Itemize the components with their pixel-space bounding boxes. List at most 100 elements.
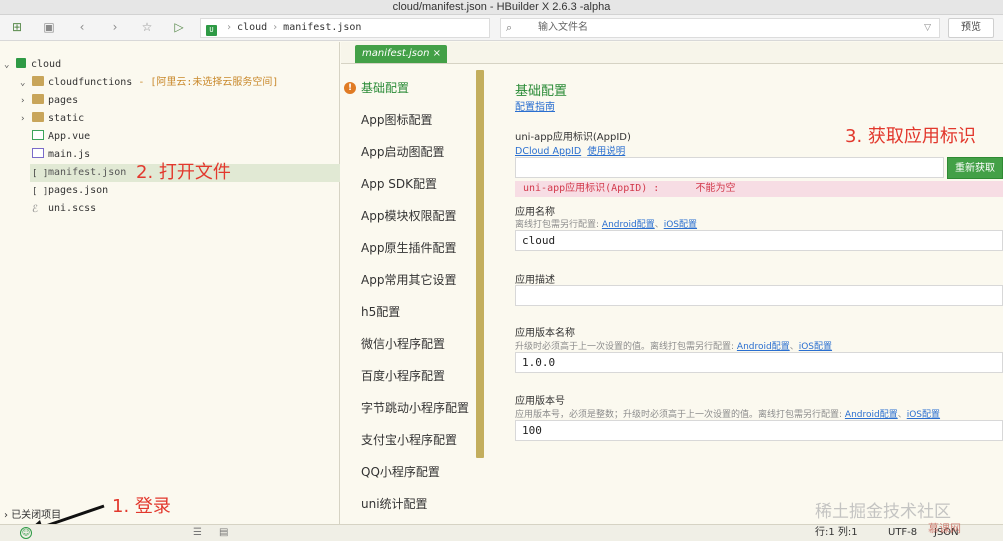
- tree-item-cloudfunctions[interactable]: ⌄ cloudfunctions - [阿里云:未选择云服务空间]: [20, 74, 278, 92]
- breadcrumb: U › cloud › manifest.json: [200, 18, 490, 38]
- annotation-open-file: 2. 打开文件: [136, 162, 231, 183]
- tree-item-label: static: [48, 113, 85, 124]
- nav-item-app-splash[interactable]: App启动图配置: [341, 136, 476, 168]
- nav-scrollbar[interactable]: [476, 70, 484, 458]
- ios-config-link[interactable]: iOS配置: [664, 220, 697, 230]
- tree-item-pages-json[interactable]: [ ]pages.json: [32, 182, 108, 200]
- tree-item-app-vue[interactable]: App.vue: [32, 128, 90, 146]
- config-guide-link-text[interactable]: 配置指南: [515, 102, 555, 113]
- form-title: 基础配置: [515, 84, 568, 99]
- tree-item-label: manifest.json: [48, 167, 127, 178]
- tab-manifest-json[interactable]: manifest.json ×: [355, 45, 447, 63]
- app-desc-label: 应用描述: [515, 275, 555, 286]
- close-icon[interactable]: ×: [433, 45, 441, 63]
- tree-project-root[interactable]: ⌄ cloud: [4, 56, 61, 74]
- save-icon[interactable]: ▣: [42, 20, 56, 34]
- watermark: 稀土掘金技术社区: [815, 502, 951, 522]
- tree-item-label: main.js: [48, 149, 91, 160]
- dcloud-appid-link[interactable]: DCloud AppID: [515, 146, 581, 157]
- encoding-indicator[interactable]: UTF-8: [888, 525, 917, 541]
- nav-item-toutiao[interactable]: 字节跳动小程序配置: [341, 392, 476, 424]
- nav-item-qq[interactable]: QQ小程序配置: [341, 456, 476, 488]
- tree-item-uni-scss[interactable]: ℰuni.scss: [32, 200, 96, 218]
- appid-input[interactable]: [515, 157, 944, 178]
- chevron-down-icon[interactable]: ⌄: [4, 56, 16, 74]
- appid-error-label: uni-app应用标识(AppID) :: [523, 183, 660, 194]
- tree-item-label: App.vue: [48, 131, 91, 142]
- manifest-nav: ! 基础配置 App图标配置 App启动图配置 App SDK配置 App模块权限…: [341, 64, 476, 524]
- tree-item-label: uni.scss: [48, 203, 97, 214]
- scss-file-icon: ℰ: [32, 204, 39, 215]
- version-name-input[interactable]: 1.0.0: [515, 352, 1003, 373]
- android-config-link[interactable]: Android配置: [845, 410, 898, 420]
- new-file-icon[interactable]: ⊞: [10, 20, 24, 34]
- nav-item-alipay[interactable]: 支付宝小程序配置: [341, 424, 476, 456]
- appid-error-message: 不能为空: [695, 183, 736, 194]
- run-icon[interactable]: ▷: [172, 20, 186, 34]
- star-icon[interactable]: ☆: [140, 20, 154, 34]
- nav-item-h5[interactable]: h5配置: [341, 296, 476, 328]
- breadcrumb-project[interactable]: cloud: [237, 22, 267, 33]
- nav-item-app-native-plugins[interactable]: App原生插件配置: [341, 232, 476, 264]
- annotation-get-appid: 3. 获取应用标识: [845, 126, 976, 147]
- chevron-right-icon[interactable]: ›: [20, 110, 32, 128]
- chevron-down-icon[interactable]: ▽: [924, 19, 931, 37]
- chevron-down-icon[interactable]: ⌄: [20, 74, 32, 92]
- breadcrumb-separator-icon: ›: [226, 22, 233, 33]
- preview-button[interactable]: 预览: [948, 18, 994, 38]
- usage-guide-link[interactable]: 使用说明: [587, 146, 625, 157]
- project-explorer: ⌄ cloud ⌄ cloudfunctions - [阿里云:未选择云服务空间] …: [0, 42, 340, 524]
- version-code-input[interactable]: 100: [515, 420, 1003, 441]
- ios-config-link[interactable]: iOS配置: [907, 410, 940, 420]
- chevron-right-icon[interactable]: ›: [20, 92, 32, 110]
- forward-arrow-icon[interactable]: ›: [108, 20, 122, 34]
- tree-item-label: cloudfunctions: [48, 77, 133, 88]
- nav-item-app-other[interactable]: App常用其它设置: [341, 264, 476, 296]
- tree-project-label: cloud: [31, 59, 62, 70]
- tree-item-pages[interactable]: › pages: [20, 92, 78, 110]
- android-config-link[interactable]: Android配置: [602, 220, 655, 230]
- breadcrumb-file[interactable]: manifest.json: [283, 22, 361, 33]
- window-title: cloud/manifest.json - HBuilder X 2.6.3 -…: [0, 0, 1003, 15]
- android-config-link[interactable]: Android配置: [737, 342, 790, 352]
- search-placeholder: 输入文件名: [538, 22, 588, 33]
- tree-item-main-js[interactable]: main.js: [32, 146, 90, 164]
- tab-label: manifest.json: [362, 48, 430, 59]
- nav-item-app-modules[interactable]: App模块权限配置: [341, 200, 476, 232]
- tree-item-label: pages.json: [48, 185, 109, 196]
- nav-item-basic[interactable]: ! 基础配置: [341, 72, 476, 104]
- annotation-login: 1. 登录: [112, 496, 171, 517]
- cursor-position: 行:1 列:1: [815, 527, 858, 538]
- status-bar: ☺ ☰ ▤ 行:1 列:1 UTF-8 JSON: [0, 524, 1003, 541]
- back-arrow-icon[interactable]: ‹: [75, 20, 89, 34]
- project-badge-icon: U: [206, 25, 217, 36]
- json-file-icon: [ ]: [32, 187, 49, 197]
- tree-item-static[interactable]: › static: [20, 110, 84, 128]
- vue-file-icon: [32, 130, 44, 140]
- nav-item-baidu[interactable]: 百度小程序配置: [341, 360, 476, 392]
- refresh-appid-button[interactable]: 重新获取: [947, 157, 1003, 179]
- config-guide-link[interactable]: 配置指南: [515, 98, 555, 113]
- app-desc-input[interactable]: [515, 285, 1003, 306]
- ios-config-link[interactable]: iOS配置: [799, 342, 832, 352]
- app-name-hint: 离线打包需另行配置: Android配置、iOS配置: [515, 220, 698, 230]
- version-name-hint: 升级时必须高于上一次设置的值。离线打包需另行配置: Android配置、iOS配…: [515, 342, 833, 352]
- nav-item-uni-stat[interactable]: uni统计配置: [341, 488, 476, 520]
- app-name-input[interactable]: cloud: [515, 230, 1003, 251]
- folder-icon: [32, 112, 44, 122]
- console-icon[interactable]: ▤: [219, 525, 228, 541]
- search-icon: ⌕: [506, 21, 513, 34]
- version-code-hint-text: 应用版本号，必须是整数；升级时必须高于上一次设置的值。离线打包需另行配置:: [515, 410, 845, 420]
- toolbar: ⊞ ▣ ‹ › ☆ ▷ U › cloud › manifest.json ⌕ 输入文件…: [0, 15, 1003, 41]
- list-icon[interactable]: ☰: [193, 525, 202, 541]
- file-search-input[interactable]: ⌕ 输入文件名 ▽: [500, 18, 940, 38]
- cloud-service-note: - [阿里云:未选择云服务空间]: [132, 77, 279, 88]
- app-name-label: 应用名称: [515, 207, 555, 218]
- appid-error: uni-app应用标识(AppID) : 不能为空: [515, 181, 1003, 197]
- nav-item-app-sdk[interactable]: App SDK配置: [341, 168, 476, 200]
- hbuilder-window: cloud/manifest.json - HBuilder X 2.6.3 -…: [0, 0, 1003, 541]
- user-login-icon[interactable]: ☺: [20, 527, 32, 539]
- nav-item-app-icon[interactable]: App图标配置: [341, 104, 476, 136]
- nav-item-weixin[interactable]: 微信小程序配置: [341, 328, 476, 360]
- version-code-hint: 应用版本号，必须是整数；升级时必须高于上一次设置的值。离线打包需另行配置: An…: [515, 410, 941, 420]
